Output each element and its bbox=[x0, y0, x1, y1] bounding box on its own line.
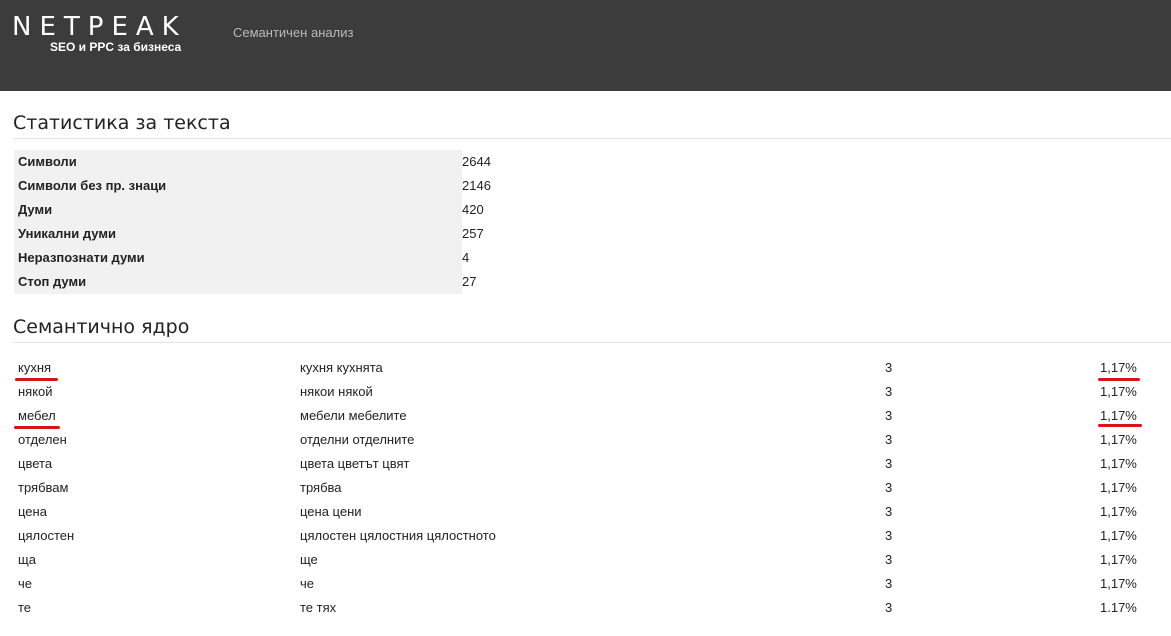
percent-cell: 1,17% bbox=[1100, 432, 1137, 447]
percent-cell: 1,17% bbox=[1100, 576, 1137, 591]
word-cell: отделен bbox=[18, 432, 67, 447]
count-cell: 3 bbox=[885, 432, 893, 447]
table-row: отделен отделни отделните 3 1,17% bbox=[18, 428, 1158, 452]
forms-cell: че bbox=[300, 576, 315, 591]
forms-cell: ще bbox=[300, 552, 318, 567]
stats-value: 2146 bbox=[462, 178, 491, 193]
highlight-underline-percent-3 bbox=[1098, 424, 1142, 427]
table-row: цялостен цялостен цялостния цялостното 3… bbox=[18, 524, 1158, 548]
app-header: NETPEAK SEO и PPC за бизнеса Семантичен … bbox=[0, 0, 1171, 91]
stats-label: Думи bbox=[14, 198, 462, 222]
text-statistics-heading: Статистика за текста bbox=[13, 112, 1171, 139]
highlight-underline-mebel bbox=[14, 426, 60, 429]
percent-cell: 1,17% bbox=[1100, 552, 1137, 567]
forms-cell: отделни отделните bbox=[300, 432, 415, 447]
percent-cell: 1,17% bbox=[1100, 504, 1137, 519]
logo-wordmark: NETPEAK bbox=[12, 12, 187, 42]
forms-cell: те тях bbox=[300, 600, 337, 615]
word-cell: някой bbox=[18, 384, 53, 399]
table-row: трябвам трябва 3 1,17% bbox=[18, 476, 1158, 500]
table-row: мебел мебели мебелите 3 1,17% bbox=[18, 404, 1158, 428]
count-cell: 3 bbox=[885, 504, 893, 519]
count-cell: 3 bbox=[885, 528, 893, 543]
count-cell: 3 bbox=[885, 576, 893, 591]
word-cell: те bbox=[18, 600, 32, 615]
percent-cell: 1,17% bbox=[1100, 528, 1137, 543]
table-row: те те тях 3 1.17% bbox=[18, 596, 1158, 620]
table-row: цвета цвета цветът цвят 3 1,17% bbox=[18, 452, 1158, 476]
word-cell: ща bbox=[18, 552, 36, 567]
text-statistics-table: Символи 2644 Символи без пр. знаци 2146 … bbox=[14, 150, 534, 294]
netpeak-logo[interactable]: NETPEAK SEO и PPC за бизнеса bbox=[12, 12, 217, 56]
forms-cell: цвета цветът цвят bbox=[300, 456, 410, 471]
count-cell: 3 bbox=[885, 360, 893, 375]
stats-value: 2644 bbox=[462, 154, 491, 169]
stats-label: Символи без пр. знаци bbox=[14, 174, 462, 198]
page-subtitle[interactable]: Семантичен анализ bbox=[233, 25, 353, 40]
forms-cell: цена цени bbox=[300, 504, 362, 519]
count-cell: 3 bbox=[885, 480, 893, 495]
stats-value: 27 bbox=[462, 274, 477, 289]
stats-value: 257 bbox=[462, 226, 484, 241]
stats-row: Стоп думи 27 bbox=[14, 270, 534, 294]
word-cell: цена bbox=[18, 504, 47, 519]
word-cell: трябвам bbox=[18, 480, 69, 495]
stats-row: Думи 420 bbox=[14, 198, 534, 222]
stats-label: Уникални думи bbox=[14, 222, 462, 246]
count-cell: 3 bbox=[885, 456, 893, 471]
table-row: цена цена цени 3 1,17% bbox=[18, 500, 1158, 524]
stats-label: Символи bbox=[14, 150, 462, 174]
stats-value: 4 bbox=[462, 250, 470, 265]
percent-cell: 1,17% bbox=[1100, 360, 1137, 375]
stats-value: 420 bbox=[462, 202, 484, 217]
semantic-core-heading: Семантично ядро bbox=[13, 316, 1171, 343]
table-row: някой някои някой 3 1,17% bbox=[18, 380, 1158, 404]
percent-cell: 1,17% bbox=[1100, 480, 1137, 495]
table-row: че че 3 1,17% bbox=[18, 572, 1158, 596]
forms-cell: мебели мебелите bbox=[300, 408, 407, 423]
word-cell: че bbox=[18, 576, 33, 591]
count-cell: 3 bbox=[885, 384, 893, 399]
stats-row: Символи 2644 bbox=[14, 150, 534, 174]
stats-label: Неразпознати думи bbox=[14, 246, 462, 270]
word-cell: кухня bbox=[18, 360, 52, 375]
stats-row: Неразпознати думи 4 bbox=[14, 246, 534, 270]
count-cell: 3 bbox=[885, 552, 893, 567]
forms-cell: някои някой bbox=[300, 384, 373, 399]
count-cell: 3 bbox=[885, 408, 893, 423]
forms-cell: цялостен цялостния цялостното bbox=[300, 528, 496, 543]
word-cell: цвета bbox=[18, 456, 53, 471]
stats-label: Стоп думи bbox=[14, 270, 462, 294]
count-cell: 3 bbox=[885, 600, 893, 615]
forms-cell: кухня кухнята bbox=[300, 360, 383, 375]
forms-cell: трябва bbox=[300, 480, 342, 495]
stats-row: Символи без пр. знаци 2146 bbox=[14, 174, 534, 198]
logo-tagline: SEO и PPC за бизнеса bbox=[50, 40, 182, 54]
percent-cell: 1.17% bbox=[1100, 600, 1137, 615]
table-row: кухня кухня кухнята 3 1,17% bbox=[18, 356, 1158, 380]
word-cell: цялостен bbox=[18, 528, 75, 543]
percent-cell: 1,17% bbox=[1100, 456, 1137, 471]
semantic-core-table: кухня кухня кухнята 3 1,17% някой някои … bbox=[18, 356, 1158, 620]
percent-cell: 1,17% bbox=[1100, 384, 1137, 399]
word-cell: мебел bbox=[18, 408, 56, 423]
highlight-underline-percent-1 bbox=[1098, 378, 1140, 381]
highlight-underline-kuhnya bbox=[15, 378, 58, 381]
table-row: ща ще 3 1,17% bbox=[18, 548, 1158, 572]
stats-row: Уникални думи 257 bbox=[14, 222, 534, 246]
